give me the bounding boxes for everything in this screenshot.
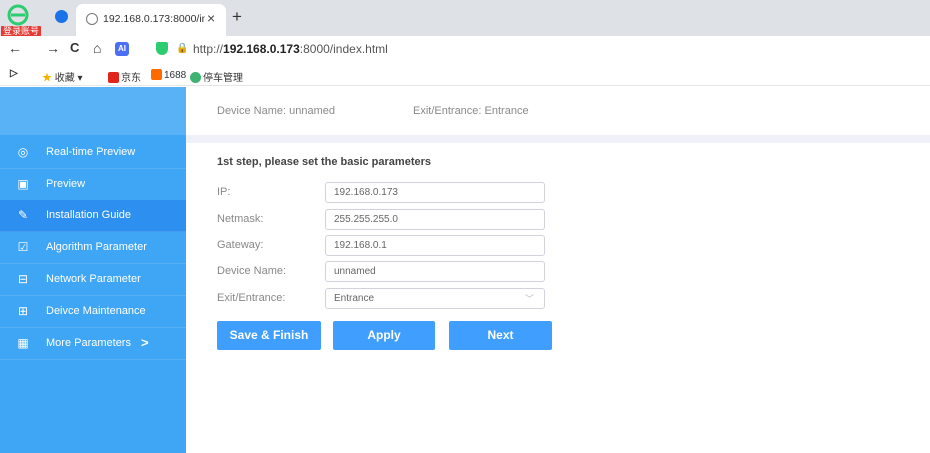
bookmark-parking[interactable]: 停车管理: [190, 69, 243, 84]
apply-button[interactable]: Apply: [333, 321, 435, 350]
tab-title: 192.168.0.173:8000/index.html: [103, 13, 205, 25]
exit-entrance-select[interactable]: Entrance ﹀: [325, 288, 545, 309]
network-icon: ⊟: [17, 272, 29, 286]
device-name-info: Device Name: unnamed: [217, 105, 336, 117]
sidebar-item-network-parameter[interactable]: ⊟ Network Parameter: [0, 264, 186, 296]
forward-icon[interactable]: →: [46, 40, 60, 56]
ip-label: IP:: [217, 186, 231, 198]
chevron-down-icon: ﹀: [524, 294, 534, 304]
new-tab-button[interactable]: +: [232, 7, 242, 27]
browser-logo-icon: [7, 4, 29, 26]
installation-guide-form: 1st step, please set the basic parameter…: [194, 143, 930, 453]
netmask-field[interactable]: 255.255.255.0: [325, 209, 545, 230]
sidebar-item-label: More Parameters: [46, 337, 131, 349]
device-name-label: Device Name:: [217, 265, 287, 277]
browser-tab[interactable]: 192.168.0.173:8000/index.html ×: [76, 4, 226, 36]
sidebar-item-label: Installation Guide: [46, 209, 131, 221]
save-finish-button[interactable]: Save & Finish: [217, 321, 321, 350]
gateway-label: Gateway:: [217, 239, 264, 251]
sidebar-item-label: Preview: [46, 178, 86, 190]
parking-icon: [190, 72, 201, 83]
sidebar-item-real-time-preview[interactable]: ◎ Real-time Preview: [0, 137, 186, 169]
address-bar: ← → C ⌂: [0, 36, 930, 64]
sidebar-header: [0, 87, 186, 135]
netmask-label: Netmask:: [217, 213, 264, 225]
next-button[interactable]: Next: [449, 321, 552, 350]
home-icon[interactable]: ⌂: [93, 40, 101, 56]
sidebar-item-preview[interactable]: ▣ Preview: [0, 169, 186, 201]
sidebar-item-label: Deivce Maintenance: [46, 305, 146, 317]
bookmark-jd[interactable]: 京东: [108, 69, 141, 84]
wrench-icon: ✎: [17, 208, 29, 222]
maintenance-icon: ⊞: [17, 304, 29, 318]
chevron-right-icon: >: [141, 335, 149, 350]
close-icon[interactable]: ×: [207, 10, 215, 26]
lock-icon[interactable]: 🔒: [176, 43, 188, 54]
1688-icon: [151, 69, 162, 80]
url-field[interactable]: http://192.168.0.173:8000/index.html: [193, 42, 388, 56]
sidebar-item-label: Algorithm Parameter: [46, 241, 147, 253]
pin-icon[interactable]: [55, 10, 68, 23]
bookmark-favorites[interactable]: ★ 收藏 ▾: [42, 69, 83, 84]
ai-icon[interactable]: AI: [115, 42, 129, 56]
reload-icon[interactable]: C: [70, 40, 79, 55]
browser-tab-bar: 登录账号 192.168.0.173:8000/index.html × +: [0, 0, 930, 37]
sidebar-item-installation-guide[interactable]: ✎ Installation Guide: [0, 200, 186, 232]
jd-icon: [108, 72, 119, 83]
sidebar: ◎ Real-time Preview ▣ Preview ✎ Installa…: [0, 87, 186, 453]
sidebar-item-device-maintenance[interactable]: ⊞ Deivce Maintenance: [0, 296, 186, 328]
device-info-bar: Device Name: unnamed Exit/Entrance: Entr…: [186, 87, 930, 135]
sidebar-toggle-icon[interactable]: ▷: [10, 68, 18, 79]
image-icon: ▣: [17, 177, 29, 191]
exit-entrance-info: Exit/Entrance: Entrance: [413, 105, 529, 117]
step-title: 1st step, please set the basic parameter…: [217, 156, 431, 168]
sidebar-item-algorithm-parameter[interactable]: ☑ Algorithm Parameter: [0, 232, 186, 264]
grid-icon: ▦: [17, 336, 29, 350]
camera-icon: ◎: [17, 145, 29, 159]
sidebar-item-label: Real-time Preview: [46, 146, 136, 158]
shield-icon[interactable]: [156, 42, 168, 55]
ip-field[interactable]: 192.168.0.173: [325, 182, 545, 203]
device-name-field[interactable]: unnamed: [325, 261, 545, 282]
back-icon[interactable]: ←: [8, 40, 22, 56]
edit-icon: ☑: [17, 240, 29, 254]
gateway-field[interactable]: 192.168.0.1: [325, 235, 545, 256]
sidebar-item-more-parameters[interactable]: ▦ More Parameters >: [0, 328, 186, 360]
section-divider: [186, 135, 930, 143]
globe-icon: [86, 13, 98, 25]
bookmarks-bar: ▷ ★ 收藏 ▾ 京东 1688 停车管理: [0, 64, 930, 86]
exit-entrance-label: Exit/Entrance:: [217, 292, 286, 304]
sidebar-item-label: Network Parameter: [46, 273, 141, 285]
star-icon: ★: [42, 73, 52, 84]
bookmark-1688[interactable]: 1688: [151, 69, 186, 81]
exit-entrance-value: Entrance: [334, 293, 375, 304]
